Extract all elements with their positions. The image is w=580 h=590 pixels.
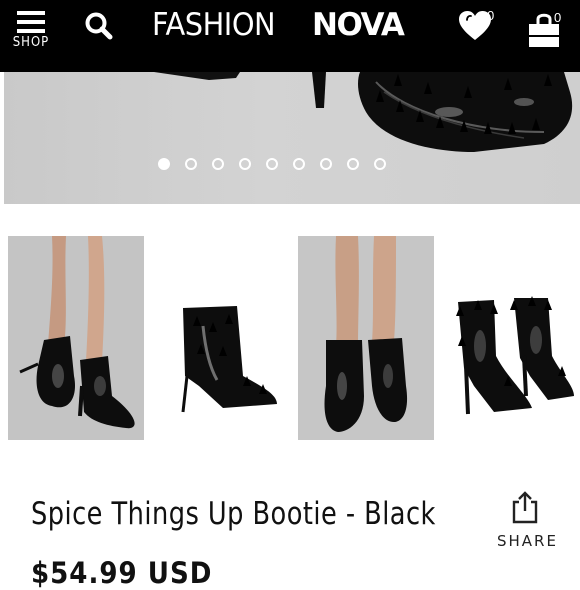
cart-count: 0 [554,10,562,25]
carousel-dot-3[interactable] [212,158,224,170]
site-header: SHOP FASHION NOVA 0 0 [0,0,580,72]
logo-text-light: FASHION [152,7,276,43]
carousel-dot-8[interactable] [347,158,359,170]
patent-boot-image [154,72,573,152]
model-front-view-image [324,236,408,432]
search-icon [85,12,113,40]
thumbnail-3[interactable] [298,236,434,440]
share-icon [512,491,538,524]
boot-side-view-image [181,306,277,413]
carousel-dot-1[interactable] [158,158,170,170]
thumbnail-4[interactable] [444,236,580,440]
wishlist-button[interactable]: 0 [458,8,498,46]
logo-text-bold: NOVA [312,7,405,43]
product-price: $54.99 USD [31,556,213,590]
carousel-dot-2[interactable] [185,158,197,170]
carousel-dot-5[interactable] [266,158,278,170]
model-wearing-boots-image [19,236,135,429]
product-main-image[interactable] [4,72,580,204]
cart-button[interactable]: 0 [528,10,568,50]
search-button[interactable] [84,11,114,41]
carousel-dot-6[interactable] [293,158,305,170]
menu-button[interactable]: SHOP [10,9,52,57]
carousel-dot-4[interactable] [239,158,251,170]
menu-icon [17,11,45,33]
carousel-dots [158,158,428,174]
carousel-dot-7[interactable] [320,158,332,170]
brand-logo[interactable]: FASHION NOVA [152,4,428,46]
thumbnail-2[interactable] [153,236,289,440]
share-button[interactable]: SHARE [497,490,558,554]
menu-label: SHOP [12,35,50,50]
wishlist-count: 0 [487,8,495,23]
share-label: SHARE [497,532,558,550]
product-title: Spice Things Up Bootie - Black [31,496,436,532]
carousel-dot-9[interactable] [374,158,386,170]
boot-pair-image [456,296,574,415]
thumbnail-1[interactable] [8,236,144,440]
